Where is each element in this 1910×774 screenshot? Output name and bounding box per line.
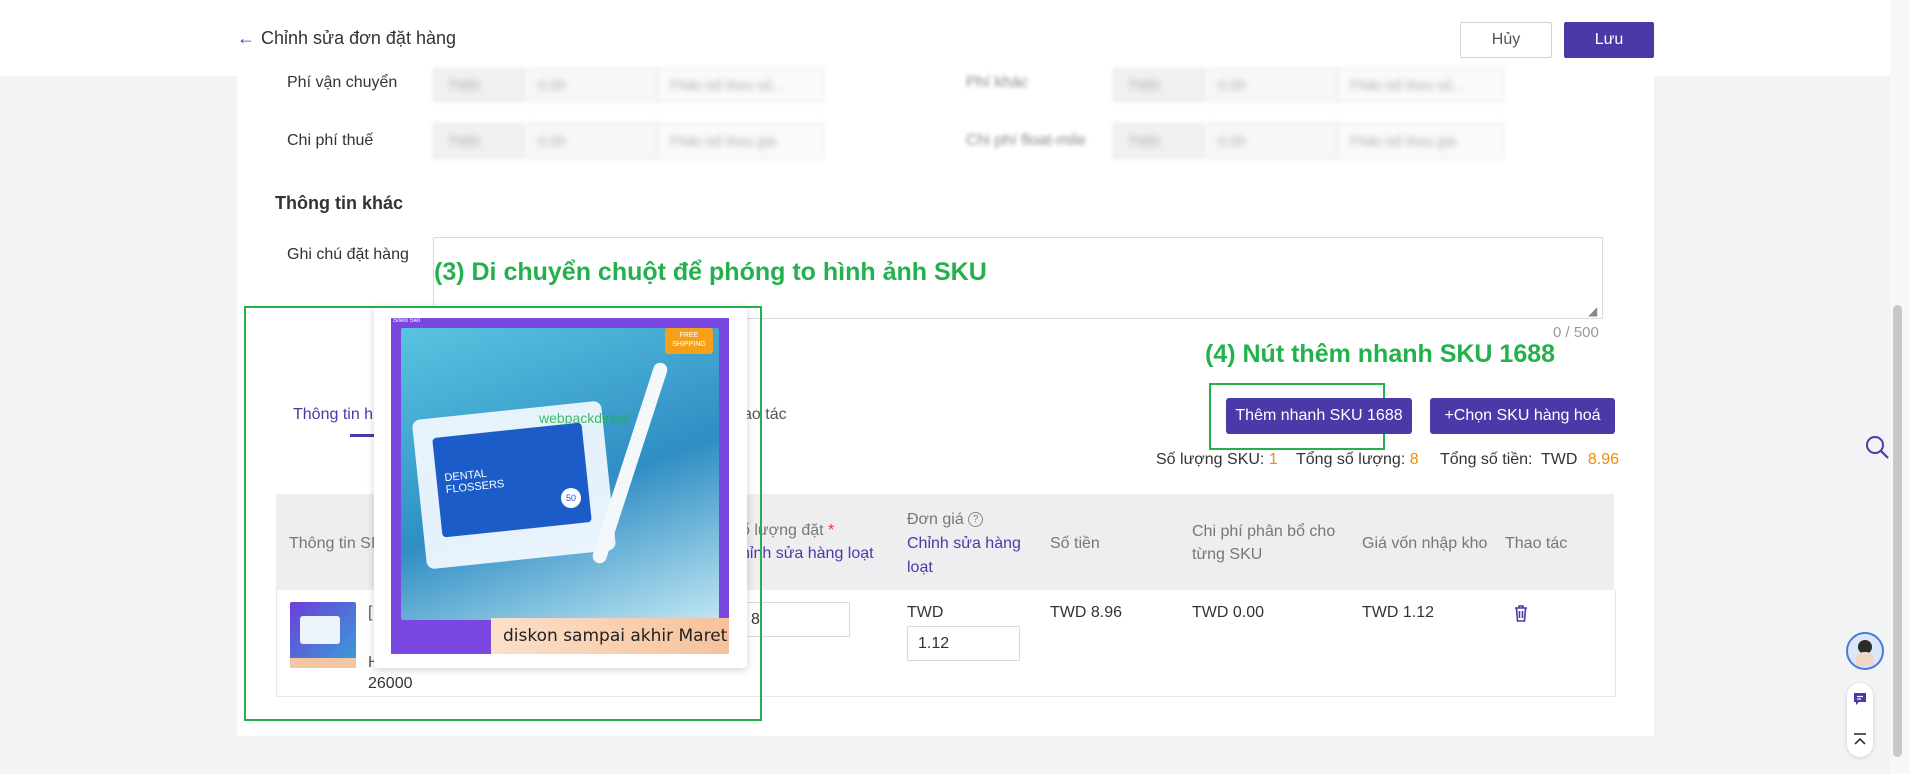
tax-currency-select[interactable]: TWD [433,123,525,159]
total-qty-label: Tổng số lượng: [1296,451,1406,468]
shipping-currency-select[interactable]: TWD [433,68,525,102]
col-header-alloc-1: Chi phí phân bổ cho [1192,523,1336,540]
back-link[interactable]: ← Chỉnh sửa đơn đặt hàng [237,28,456,49]
float-fee-label: Chi phí float-mile [966,132,1087,149]
choose-sku-button[interactable]: +Chọn SKU hàng hoá [1430,398,1615,434]
page-title: Chỉnh sửa đơn đặt hàng [261,28,456,48]
total-amount-value: 8.96 [1587,451,1619,468]
tax-alloc-select[interactable]: Phân bổ theo giá [657,123,824,159]
other-fee-label: Phí khác [966,74,1029,91]
col-header-ops: Thao tác [1505,535,1568,552]
other-info-title: Thông tin khác [275,193,403,213]
support-avatar[interactable] [1846,632,1884,670]
delete-row-button[interactable] [1513,604,1529,627]
note-char-counter: 0 / 500 [1553,324,1599,341]
shipping-value-input[interactable]: 0.00 [527,68,659,102]
unit-price-input[interactable]: 1.12 [907,626,1020,661]
back-to-top-icon[interactable] [1852,732,1868,753]
total-qty-stat: Tổng số lượng: 8 [1296,451,1419,469]
total-amount-stat: Tổng số tiền: TWD 8.96 [1440,451,1619,469]
row-cost-price: TWD 1.12 [1362,604,1435,621]
sku-count-value: 1 [1268,451,1278,468]
total-qty-value: 8 [1409,451,1419,468]
float-value-input[interactable]: 0.00 [1207,123,1339,159]
highlight-box-image-zoom [244,306,762,721]
quick-add-sku-1688-button[interactable]: Thêm nhanh SKU 1688 [1226,398,1412,434]
float-alloc-select[interactable]: Phân bổ theo giá [1337,123,1504,159]
col-header-cost-price: Giá vốn nhập kho [1362,535,1488,552]
resize-handle-icon[interactable]: ◢ [1588,304,1597,318]
other-alloc-select[interactable]: Phân bổ theo số... [1337,68,1504,102]
chat-icon[interactable] [1852,691,1868,712]
price-currency: TWD [907,604,944,621]
sku-count-stat: Số lượng SKU: 1 [1156,451,1278,469]
col-header-price-batch-edit-2[interactable]: loạt [907,556,933,579]
total-amount-label: Tổng số tiền: [1440,451,1533,468]
col-header-price: Đơn giá ? [907,508,984,531]
shipping-alloc-select[interactable]: Phân bổ theo số... [657,68,824,102]
scrollbar-thumb[interactable] [1893,305,1902,757]
other-value-input[interactable]: 0.00 [1207,68,1339,102]
col-header-price-batch-edit-1[interactable]: Chỉnh sửa hàng [907,532,1021,555]
col-header-alloc-2: từng SKU [1192,546,1263,563]
other-currency-select[interactable]: TWD [1113,68,1205,102]
sku-count-label: Số lượng SKU: [1156,451,1265,468]
order-note-label: Ghi chú đặt hàng [287,246,409,263]
row-alloc-cost: TWD 0.00 [1192,604,1265,621]
annotation-step-3: (3) Di chuyển chuột để phóng to hình ảnh… [434,258,987,286]
shipping-fee-label: Phí vận chuyển [287,74,398,91]
float-currency-select[interactable]: TWD [1113,123,1205,159]
tax-value-input[interactable]: 0.00 [527,123,659,159]
search-icon[interactable] [1864,434,1890,465]
trash-icon [1515,605,1527,622]
tax-fee-label: Chi phí thuế [287,132,374,149]
arrow-left-icon: ← [237,28,255,48]
total-amount-currency: TWD [1540,451,1578,468]
col-header-amount: Số tiền [1050,535,1100,552]
help-icon[interactable]: ? [968,512,984,528]
row-amount: TWD 8.96 [1050,604,1123,621]
annotation-step-4: (4) Nút thêm nhanh SKU 1688 [1205,340,1556,368]
save-button[interactable]: Lưu [1564,22,1654,58]
cancel-button[interactable]: Hủy [1460,22,1552,58]
